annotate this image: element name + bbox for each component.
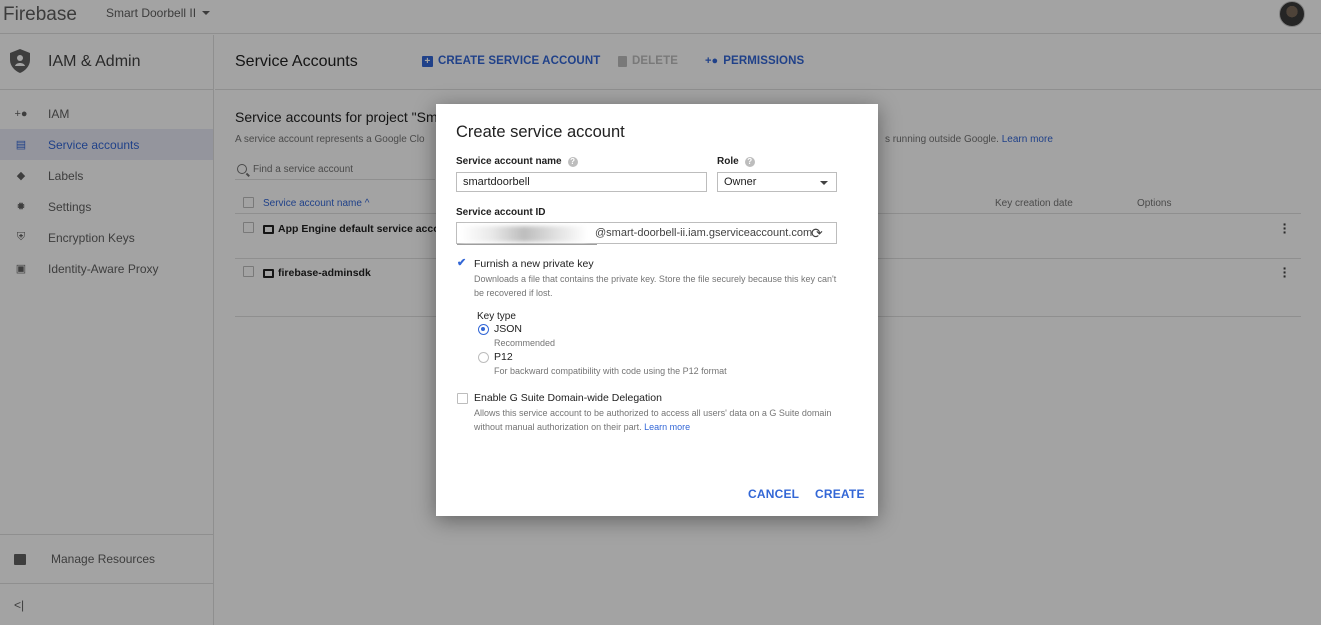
key-type-label: Key type [477, 311, 516, 322]
gsuite-learn-more-link[interactable]: Learn more [644, 422, 690, 432]
service-account-id-label: Service account ID [456, 207, 545, 218]
create-service-account-dialog: Create service account Service account n… [436, 104, 878, 516]
key-type-p12-radio[interactable] [478, 352, 489, 363]
service-account-name-field[interactable]: smartdoorbell [456, 172, 707, 192]
key-type-json-label: JSON [494, 323, 523, 335]
furnish-key-description: Downloads a file that contains the priva… [474, 274, 837, 298]
furnish-key-checkbox[interactable]: ✔ [457, 258, 468, 269]
key-type-p12-description: For backward compatibility with code usi… [494, 366, 727, 376]
help-icon[interactable]: ? [744, 156, 755, 167]
service-account-id-field[interactable]: @smart-doorbell-ii.iam.gserviceaccount.c… [456, 222, 837, 245]
furnish-key-label: Furnish a new private key [474, 258, 594, 270]
service-account-id-label-text: Service account ID [456, 207, 546, 218]
gsuite-delegation-description: Allows this service account to be author… [474, 406, 844, 434]
role-label-text: Role [717, 156, 739, 167]
service-account-name-label: Service account name ? [456, 156, 578, 167]
create-button[interactable]: CREATE [815, 487, 865, 501]
help-icon[interactable]: ? [567, 156, 578, 167]
key-type-p12-label: P12 [494, 351, 513, 363]
cancel-button[interactable]: CANCEL [748, 487, 799, 501]
key-type-json-description: Recommended [494, 338, 556, 348]
refresh-icon[interactable]: ⟳ [811, 225, 823, 242]
service-account-id-suffix: @smart-doorbell-ii.iam.gserviceaccount.c… [595, 227, 813, 239]
role-select[interactable]: Owner [717, 172, 837, 192]
gsuite-delegation-label: Enable G Suite Domain-wide Delegation [474, 392, 662, 404]
chevron-down-icon [820, 181, 828, 185]
id-field-underline [457, 244, 597, 245]
role-label: Role ? [717, 156, 755, 167]
redacted-id-value [461, 226, 587, 242]
service-account-name-label-text: Service account name [456, 156, 562, 167]
role-select-value: Owner [724, 176, 757, 188]
key-type-json-radio[interactable] [478, 324, 489, 335]
dialog-title: Create service account [456, 123, 625, 141]
gsuite-delegation-checkbox[interactable] [457, 393, 468, 404]
